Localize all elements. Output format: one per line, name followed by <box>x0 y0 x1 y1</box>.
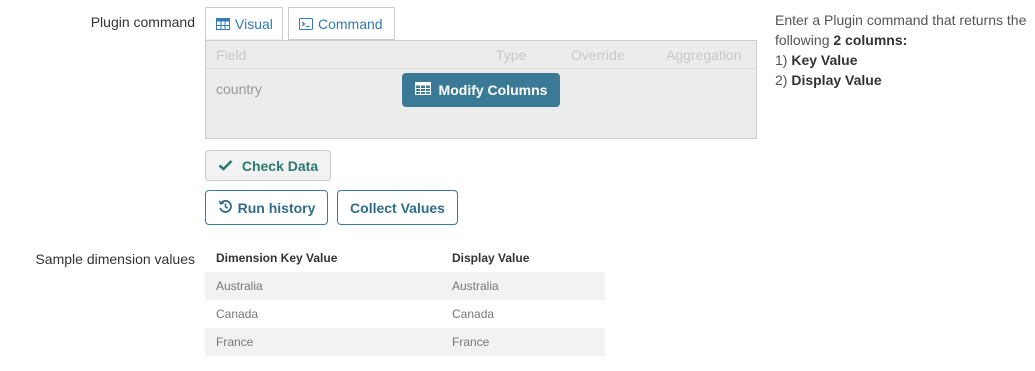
column-header-type: Type <box>496 47 527 63</box>
terminal-icon <box>299 17 313 30</box>
help-line-2-text: following <box>775 32 834 48</box>
column-field-country: country <box>216 81 262 97</box>
sample-values-table: Dimension Key Value Display Value Austra… <box>205 244 605 356</box>
display-value-cell: France <box>441 328 605 356</box>
column-header-display-value: Display Value <box>452 251 530 265</box>
checkmark-icon <box>218 158 233 174</box>
help-line-1: Enter a Plugin command that returns the <box>775 12 1027 28</box>
tab-visual[interactable]: Visual <box>205 7 283 40</box>
help-item-2-number: 2) <box>775 72 792 88</box>
run-history-label: Run history <box>237 199 316 216</box>
key-value-cell: Canada <box>216 307 259 321</box>
help-line-2: following 2 columns: <box>775 30 1035 50</box>
tab-command-label: Command <box>318 15 383 32</box>
key-value-cell: Australia <box>205 272 441 300</box>
column-header-key-value: Dimension Key Value <box>216 251 338 265</box>
display-value-cell: Australia <box>441 272 605 300</box>
check-data-label: Check Data <box>241 157 319 174</box>
table-row: France France <box>205 328 605 356</box>
key-value-cell: France <box>205 328 441 356</box>
modify-columns-label: Modify Columns <box>438 82 548 98</box>
help-item-2: 2) Display Value <box>775 70 1035 90</box>
collect-values-label: Collect Values <box>350 199 445 216</box>
help-item-1-number: 1) <box>775 52 792 68</box>
column-header-aggregation: Aggregation <box>666 47 742 63</box>
modify-columns-button[interactable]: Modify Columns <box>402 73 560 107</box>
column-header-field: Field <box>216 47 247 63</box>
tab-command[interactable]: Command <box>288 7 395 40</box>
help-item-1-text: Key Value <box>791 52 858 68</box>
history-icon <box>218 199 233 217</box>
help-columns-count: 2 columns: <box>833 32 908 48</box>
table-header-row: Dimension Key Value Display Value <box>205 244 605 272</box>
display-value-cell: Canada <box>452 307 495 321</box>
table-icon <box>414 81 431 98</box>
plugin-command-label: Plugin command <box>90 14 195 30</box>
collect-values-button[interactable]: Collect Values <box>337 190 458 225</box>
columns-header: Field Type Override Aggregation <box>206 41 756 69</box>
help-item-2-text: Display Value <box>791 72 882 88</box>
table-row: Australia Australia <box>205 272 605 300</box>
column-header-override: Override <box>571 47 625 63</box>
help-item-1: 1) Key Value <box>775 50 1035 70</box>
plugin-command-help: Enter a Plugin command that returns the … <box>775 10 1035 90</box>
tab-visual-label: Visual <box>235 15 273 32</box>
table-row: Canada Canada <box>205 300 605 328</box>
sample-dimension-values-label: Sample dimension values <box>35 251 195 267</box>
table-icon <box>216 17 230 30</box>
check-data-button[interactable]: Check Data <box>205 150 331 181</box>
run-history-button[interactable]: Run history <box>205 190 328 225</box>
